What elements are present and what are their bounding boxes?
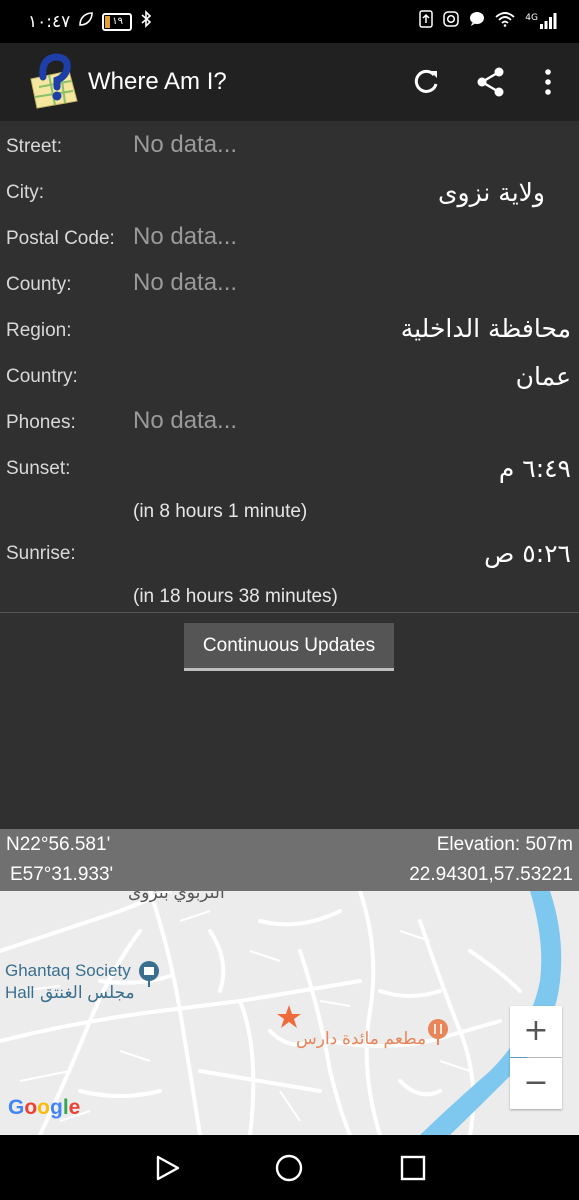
region-label: Region:	[6, 320, 72, 341]
street-value: No data...	[133, 131, 238, 158]
map-roads	[0, 891, 562, 1135]
status-time: ١٠:٤٧	[28, 11, 71, 32]
more-options-icon[interactable]	[528, 62, 568, 102]
street-label: Street:	[6, 136, 62, 157]
map-label-ghantaq-ar: مجلس الغنتق	[40, 983, 135, 1002]
continuous-updates-button[interactable]: Continuous Updates	[184, 623, 394, 671]
navigation-bar	[0, 1135, 579, 1200]
latitude-dm: N22°56.581'	[6, 834, 111, 855]
network-type: 4G	[525, 13, 538, 23]
country-label: Country:	[6, 366, 78, 387]
postal-code-value: No data...	[133, 223, 238, 250]
recents-icon[interactable]	[398, 1153, 428, 1183]
location-marker-icon	[277, 1005, 301, 1028]
city-value: ولاية نزوى	[437, 178, 545, 207]
app-title: Where Am I?	[88, 68, 227, 95]
map-label-restaurant: مطعم مائدة دارس	[296, 1029, 427, 1048]
map-label-ghantaq: Ghantaq Society	[5, 961, 131, 980]
status-bar: ١٠:٤٧ ١٩ 4G	[0, 0, 579, 43]
county-value: No data...	[133, 269, 238, 296]
phones-value: No data...	[133, 407, 238, 434]
app-logo-icon	[25, 53, 79, 109]
bluetooth-icon	[140, 10, 152, 33]
county-label: County:	[6, 274, 72, 295]
map-label-top: التربوي بنزوى	[128, 891, 225, 902]
battery-level: ١٩	[112, 16, 124, 27]
postal-code-label: Postal Code:	[6, 228, 115, 249]
sunrise-value: ٥:٢٦ ص	[484, 539, 571, 568]
message-icon	[469, 11, 485, 31]
sunrise-label: Sunrise:	[6, 543, 76, 564]
battery-icon: ١٩	[102, 12, 133, 31]
city-label: City:	[6, 182, 44, 203]
sunrise-relative: (in 18 hours 38 minutes)	[133, 586, 338, 607]
divider	[0, 612, 579, 613]
leaf-icon	[78, 11, 94, 32]
longitude-dm: E57°31.933'	[10, 864, 114, 885]
home-icon[interactable]	[274, 1153, 304, 1183]
app-bar: Where Am I?	[0, 43, 579, 121]
upload-icon	[419, 10, 434, 32]
coordinates-bar: N22°56.581' E57°31.933' Elevation: 507m …	[0, 829, 579, 891]
refresh-icon[interactable]	[406, 62, 446, 102]
back-icon[interactable]	[152, 1153, 182, 1183]
map-label-ghantaq-hall: Hall	[5, 983, 35, 1002]
country-value: عمان	[515, 362, 571, 391]
elevation: Elevation: 507m	[436, 834, 573, 855]
share-icon[interactable]	[471, 62, 511, 102]
sunset-value: ٦:٤٩ م	[498, 454, 571, 483]
zoom-in-button[interactable]: +	[510, 1006, 562, 1057]
decimal-coordinates: 22.94301,57.53221	[409, 864, 573, 885]
signal-icon: 4G	[525, 13, 557, 29]
map-view[interactable]: التربوي بنزوى Ghantaq Society Hall مجلس …	[0, 891, 579, 1135]
wifi-icon	[495, 11, 515, 31]
zoom-out-button[interactable]: −	[510, 1058, 562, 1109]
sunset-relative: (in 8 hours 1 minute)	[133, 501, 308, 522]
google-logo: Google	[8, 1096, 81, 1119]
instagram-icon	[443, 11, 460, 31]
phones-label: Phones:	[6, 412, 76, 433]
sunset-label: Sunset:	[6, 458, 71, 479]
region-value: محافظة الداخلية	[400, 314, 571, 343]
